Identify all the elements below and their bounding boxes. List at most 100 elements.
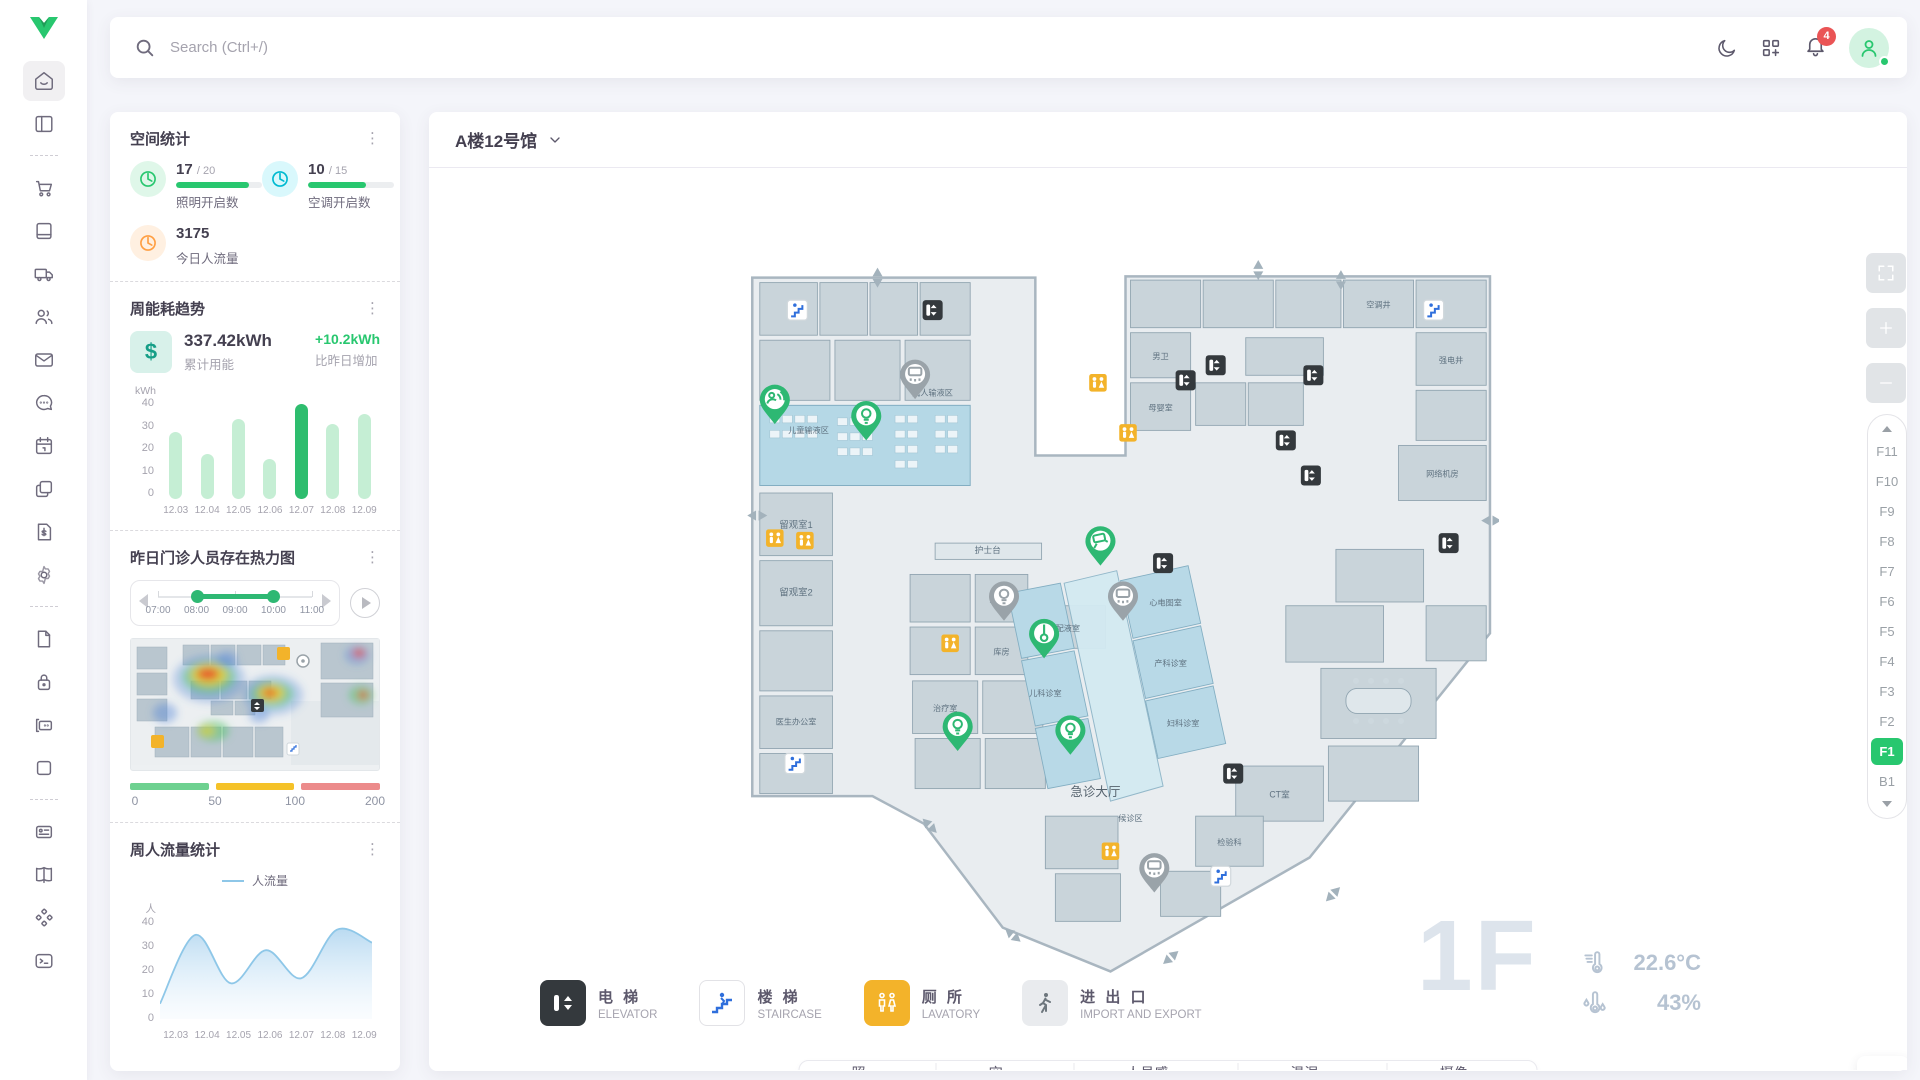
sidebar-item-academy[interactable] [23, 211, 65, 251]
lavatory-badge [277, 647, 290, 660]
energy-bar[interactable] [169, 432, 182, 500]
slider-time-label: 09:00 [222, 605, 247, 616]
stat-lighting: 17 / 20 照明开启数 [130, 161, 262, 211]
fullscreen-button[interactable] [1866, 253, 1906, 293]
stat-value: 3175 [176, 225, 209, 242]
more-menu-icon[interactable]: ⋮ [365, 131, 380, 146]
svg-text:强电井: 强电井 [1439, 355, 1463, 365]
floor-item-f3[interactable]: F3 [1871, 678, 1903, 705]
card-title: 昨日门诊人员存在热力图 [130, 547, 295, 568]
floor-item-f2[interactable]: F2 [1871, 708, 1903, 735]
stat-label: 空调开启数 [308, 192, 394, 211]
sidebar-item-settings[interactable] [23, 555, 65, 595]
device-thermo[interactable]: 温湿度1 [1238, 1063, 1388, 1070]
traffic-card: 周人流量统计 ⋮ 人流量 人 403020100 [110, 823, 400, 1071]
more-menu-icon[interactable]: ⋮ [365, 550, 380, 565]
sidebar-item-logistics[interactable] [23, 254, 65, 294]
floor-item-f8[interactable]: F8 [1871, 528, 1903, 555]
slider-range[interactable] [197, 594, 274, 599]
sidebar-item-kanban[interactable] [23, 469, 65, 509]
floor-map-card: A楼12号馆 1F [429, 112, 1907, 1071]
heatmap-scale [130, 783, 380, 790]
pie-icon [130, 161, 166, 197]
heatmap-minimap [130, 638, 380, 771]
sidebar-item-pages[interactable] [23, 619, 65, 659]
time-range-slider[interactable]: 07:0008:0009:0010:0011:00 [130, 580, 340, 626]
energy-delta: +10.2kWh [315, 331, 380, 347]
slider-handle[interactable] [267, 590, 280, 603]
elevator-icon [540, 980, 586, 1026]
card-title: 空间统计 [130, 128, 190, 149]
online-status-dot [1879, 56, 1890, 67]
device-camera[interactable]: 摄像头3 [1388, 1063, 1537, 1070]
energy-bar[interactable] [201, 454, 214, 499]
floor-item-f9[interactable]: F9 [1871, 498, 1903, 525]
floors-scroll-down-icon[interactable] [1882, 801, 1892, 807]
floor-item-f4[interactable]: F4 [1871, 648, 1903, 675]
device-ac[interactable]: 空调22 [937, 1063, 1074, 1070]
sidebar-item-extensions[interactable] [23, 898, 65, 938]
search-icon [134, 37, 156, 59]
sidebar-item-authentication[interactable] [23, 662, 65, 702]
energy-bar[interactable] [232, 419, 245, 499]
sidebar-item-invoice[interactable] [23, 512, 65, 552]
energy-total: 337.42kWh [184, 331, 272, 351]
sidebar-item-chat[interactable] [23, 383, 65, 423]
user-avatar[interactable] [1849, 28, 1889, 68]
floor-item-f6[interactable]: F6 [1871, 588, 1903, 615]
sidebar-item-cli[interactable] [23, 941, 65, 981]
pie-icon [262, 161, 298, 197]
stat-total: / 15 [329, 165, 347, 177]
floor-item-f5[interactable]: F5 [1871, 618, 1903, 645]
sidebar-item-email[interactable] [23, 340, 65, 380]
apps-grid-icon[interactable] [1760, 37, 1782, 59]
progress-bar [176, 182, 262, 188]
sidebar-item-layouts[interactable] [23, 104, 65, 144]
global-search[interactable] [134, 37, 1716, 59]
svg-text:检验科: 检验科 [1217, 837, 1241, 847]
slider-time-label: 07:00 [146, 605, 171, 616]
zoom-in-button[interactable] [1866, 308, 1906, 348]
dollar-icon: $ [130, 331, 172, 373]
floor-stack-button[interactable] [1857, 1056, 1907, 1070]
floor-item-f1[interactable]: F1 [1871, 738, 1903, 765]
energy-bar[interactable] [263, 459, 276, 499]
entrance-icon [1022, 980, 1068, 1026]
sidebar-item-ecommerce[interactable] [23, 168, 65, 208]
sidebar-divider [30, 799, 58, 800]
sidebar-item-calendar[interactable] [23, 426, 65, 466]
sidebar-item-components[interactable] [23, 855, 65, 895]
floors-scroll-up-icon[interactable] [1882, 426, 1892, 432]
app-logo-icon[interactable] [29, 16, 59, 45]
map-canvas[interactable]: 1F [429, 168, 1907, 1070]
energy-bar[interactable] [326, 424, 339, 499]
sidebar-item-home[interactable] [23, 61, 65, 101]
slider-handle[interactable] [191, 590, 204, 603]
floor-item-b1[interactable]: B1 [1871, 768, 1903, 795]
svg-text:心电图室: 心电图室 [1149, 598, 1182, 608]
svg-text:留观室1: 留观室1 [779, 519, 812, 530]
energy-bar-chart: kWh 403020100 [130, 385, 380, 499]
energy-bar[interactable] [295, 404, 308, 499]
chevron-down-icon[interactable] [547, 132, 563, 148]
play-icon [362, 597, 371, 609]
more-menu-icon[interactable]: ⋮ [365, 842, 380, 857]
more-menu-icon[interactable]: ⋮ [365, 301, 380, 316]
sidebar-divider [30, 606, 58, 607]
space-stats-card: 空间统计 ⋮ 17 / 20 照明开启数 10 / 15 [110, 112, 400, 282]
sidebar-item-wizard[interactable] [23, 705, 65, 745]
search-input[interactable] [170, 39, 590, 56]
legend-elevator: 电 梯ELEVATOR [540, 980, 657, 1026]
device-lighting[interactable]: 照明24 [800, 1063, 937, 1070]
sidebar-item-users[interactable] [23, 297, 65, 337]
floor-item-f10[interactable]: F10 [1871, 468, 1903, 495]
sidebar-item-cards[interactable] [23, 812, 65, 852]
heatmap-play-button[interactable] [350, 588, 380, 618]
floor-item-f7[interactable]: F7 [1871, 558, 1903, 585]
device-occupancy[interactable]: 人员感应20 [1074, 1063, 1238, 1070]
energy-bar[interactable] [358, 414, 371, 499]
zoom-out-button[interactable] [1866, 363, 1906, 403]
floor-item-f11[interactable]: F11 [1871, 438, 1903, 465]
dark-mode-moon-icon[interactable] [1716, 37, 1738, 59]
sidebar-item-modal[interactable] [23, 748, 65, 788]
